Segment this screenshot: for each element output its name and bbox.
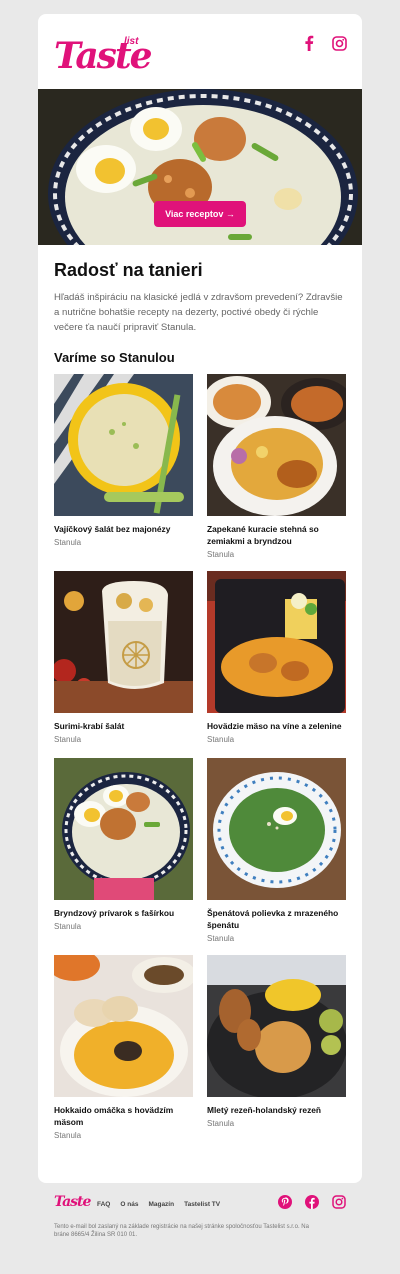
recipe-card[interactable]: Mletý rezeň-holandský rezeň Stanula [207,955,346,1128]
footer-link-about[interactable]: O nás [120,1201,138,1208]
instagram-icon[interactable] [330,1193,348,1211]
recipe-name[interactable]: Bryndzový prívarok s fašírkou [54,907,193,919]
recipe-name[interactable]: Hovädzie mäso na víne a zelenine [207,720,346,732]
recipe-card[interactable]: Hovädzie mäso na víne a zelenine Stanula [207,571,346,744]
recipe-name[interactable]: Surimi-krabí šalát [54,720,193,732]
footer-logo[interactable]: Taste [54,1194,91,1210]
intro-text: Hľadáš inšpiráciu na klasické jedlá v zd… [54,292,343,333]
section-title: Varíme so Stanulou [54,350,175,365]
recipe-card[interactable]: Zapekané kuracie stehná so zemiakmi a br… [207,374,346,559]
recipe-card[interactable]: Bryndzový prívarok s fašírkou Stanula [54,758,193,931]
recipe-name[interactable]: Špenátová polievka z mrazeného špenátu [207,907,346,931]
footer-link-faq[interactable]: FAQ [97,1201,110,1208]
footer-links: FAQ O nás Magazín Tastelist TV [97,1201,220,1208]
footer-link-tv[interactable]: Tastelist TV [184,1201,220,1208]
tastelist-logo[interactable]: Taste list [54,36,152,74]
more-recipes-button[interactable]: Viac receptov → [154,201,246,227]
facebook-icon[interactable] [303,1193,321,1211]
recipe-author: Stanula [54,735,82,744]
email-card: Taste list Viac receptov → Radosť na tan… [38,14,362,1183]
footer-link-magazine[interactable]: Magazín [148,1201,174,1208]
recipe-author: Stanula [207,1119,235,1128]
recipe-card[interactable]: Špenátová polievka z mrazeného špenátu S… [207,758,346,943]
recipe-card[interactable]: Hokkaido omáčka s hovädzím mäsom Stanula [54,955,193,1140]
recipe-author: Stanula [54,538,82,547]
recipe-name[interactable]: Zapekané kuracie stehná so zemiakmi a br… [207,523,346,547]
instagram-icon[interactable] [330,34,348,52]
recipe-author: Stanula [207,735,235,744]
recipe-image[interactable] [54,571,193,713]
recipe-author: Stanula [54,1131,82,1140]
recipe-image[interactable] [207,374,346,516]
recipe-name[interactable]: Vajíčkový šalát bez majonézy [54,523,193,535]
recipe-image[interactable] [54,955,193,1097]
recipe-image[interactable] [207,758,346,900]
hero-image[interactable]: Viac receptov → [38,89,362,245]
logo-sub-text: list [124,36,139,47]
recipe-author: Stanula [207,934,235,943]
recipe-author: Stanula [54,922,82,931]
facebook-icon[interactable] [300,34,318,52]
pinterest-icon[interactable] [276,1193,294,1211]
recipe-image[interactable] [207,955,346,1097]
page-title: Radosť na tanieri [54,260,203,280]
recipe-image[interactable] [207,571,346,713]
recipe-name[interactable]: Hokkaido omáčka s hovädzím mäsom [54,1104,193,1128]
header-social-links [300,34,348,52]
recipe-image[interactable] [54,374,193,516]
footer-note: Tento e-mail bol zaslaný na základe regi… [54,1224,309,1238]
recipe-name[interactable]: Mletý rezeň-holandský rezeň [207,1104,346,1116]
recipe-author: Stanula [207,550,235,559]
recipe-card[interactable]: Surimi-krabí šalát Stanula [54,571,193,744]
recipe-image[interactable] [54,758,193,900]
recipe-card[interactable]: Vajíčkový šalát bez majonézy Stanula [54,374,193,547]
footer-social-links [276,1193,348,1211]
